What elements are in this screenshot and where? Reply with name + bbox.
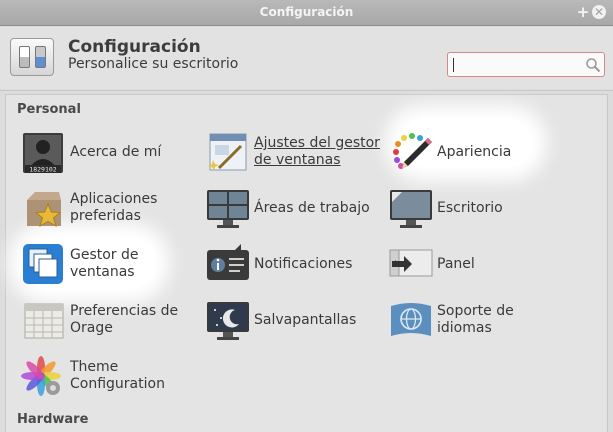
- language-support-icon: [391, 303, 431, 336]
- section-title-personal: Personal: [17, 102, 81, 117]
- item-label: Preferencias de Orage: [70, 303, 179, 336]
- item-notificaciones[interactable]: Notificaciones: [205, 242, 385, 292]
- item-label: Theme Configuration: [70, 359, 165, 392]
- item-salvapantallas[interactable]: Salvapantallas: [205, 298, 385, 348]
- item-theme-configuration[interactable]: Theme Configuration: [21, 354, 191, 404]
- item-label: Aplicaciones preferidas: [70, 191, 158, 224]
- item-acerca-de-mi[interactable]: 1829102 Acerca de mí: [21, 130, 191, 180]
- theme-configuration-icon: [21, 356, 61, 396]
- settings-header: Configuración Personalice su escritorio: [0, 27, 613, 89]
- orage-calendar-icon: [24, 303, 64, 339]
- item-soporte-idiomas[interactable]: Soporte de idiomas: [388, 298, 538, 348]
- svg-text:1829102: 1829102: [29, 166, 56, 174]
- section-title-hardware: Hardware: [17, 412, 89, 427]
- notifications-icon: [207, 244, 249, 280]
- about-me-icon: 1829102: [23, 133, 63, 174]
- item-label: Apariencia: [437, 144, 512, 160]
- item-label: Soporte de idiomas: [437, 303, 514, 336]
- page-title: Configuración: [68, 37, 201, 57]
- item-label: Gestor de ventanas: [70, 247, 139, 280]
- item-preferencias-orage[interactable]: Preferencias de Orage: [21, 298, 191, 348]
- text-caret: [453, 58, 454, 72]
- item-escritorio[interactable]: Escritorio: [388, 186, 538, 236]
- appearance-icon: [393, 133, 432, 169]
- item-panel[interactable]: Panel: [388, 242, 538, 292]
- item-label: Panel: [437, 256, 475, 272]
- settings-switches-icon: [10, 38, 54, 76]
- item-label: Salvapantallas: [254, 312, 357, 328]
- workspaces-icon: [207, 190, 249, 228]
- search-input[interactable]: [447, 52, 605, 77]
- item-label: Notificaciones: [254, 256, 353, 272]
- window-manager-tweaks-icon: [208, 133, 247, 171]
- item-apariencia[interactable]: Apariencia: [388, 130, 538, 180]
- item-aplicaciones-preferidas[interactable]: Aplicaciones preferidas: [21, 186, 191, 236]
- item-gestor-de-ventanas[interactable]: Gestor de ventanas: [21, 242, 191, 292]
- close-button[interactable]: ✕: [592, 5, 606, 19]
- desktop-icon: [390, 190, 432, 228]
- window-titlebar[interactable]: Configuración + ✕: [0, 0, 613, 26]
- item-label: Acerca de mí: [70, 144, 162, 160]
- item-label: Áreas de trabajo: [254, 200, 370, 216]
- item-label: Ajustes del gestor de ventanas: [254, 135, 380, 168]
- settings-panel: Personal 1829102 Acerca de mí Ajustes de…: [5, 94, 608, 432]
- screensaver-icon: [207, 302, 249, 340]
- page-subtitle: Personalice su escritorio: [68, 56, 239, 72]
- window-title: Configuración: [259, 5, 354, 19]
- settings-content: Personal 1829102 Acerca de mí Ajustes de…: [0, 90, 613, 432]
- item-areas-de-trabajo[interactable]: Áreas de trabajo: [205, 186, 385, 236]
- item-ajustes-gestor-ventanas[interactable]: Ajustes del gestor de ventanas: [205, 130, 385, 180]
- maximize-button[interactable]: +: [576, 5, 590, 20]
- window-manager-icon: [23, 244, 63, 284]
- preferred-applications-icon: [27, 192, 62, 228]
- item-label: Escritorio: [437, 200, 503, 216]
- panel-icon: [389, 249, 433, 277]
- search-icon: [586, 58, 601, 73]
